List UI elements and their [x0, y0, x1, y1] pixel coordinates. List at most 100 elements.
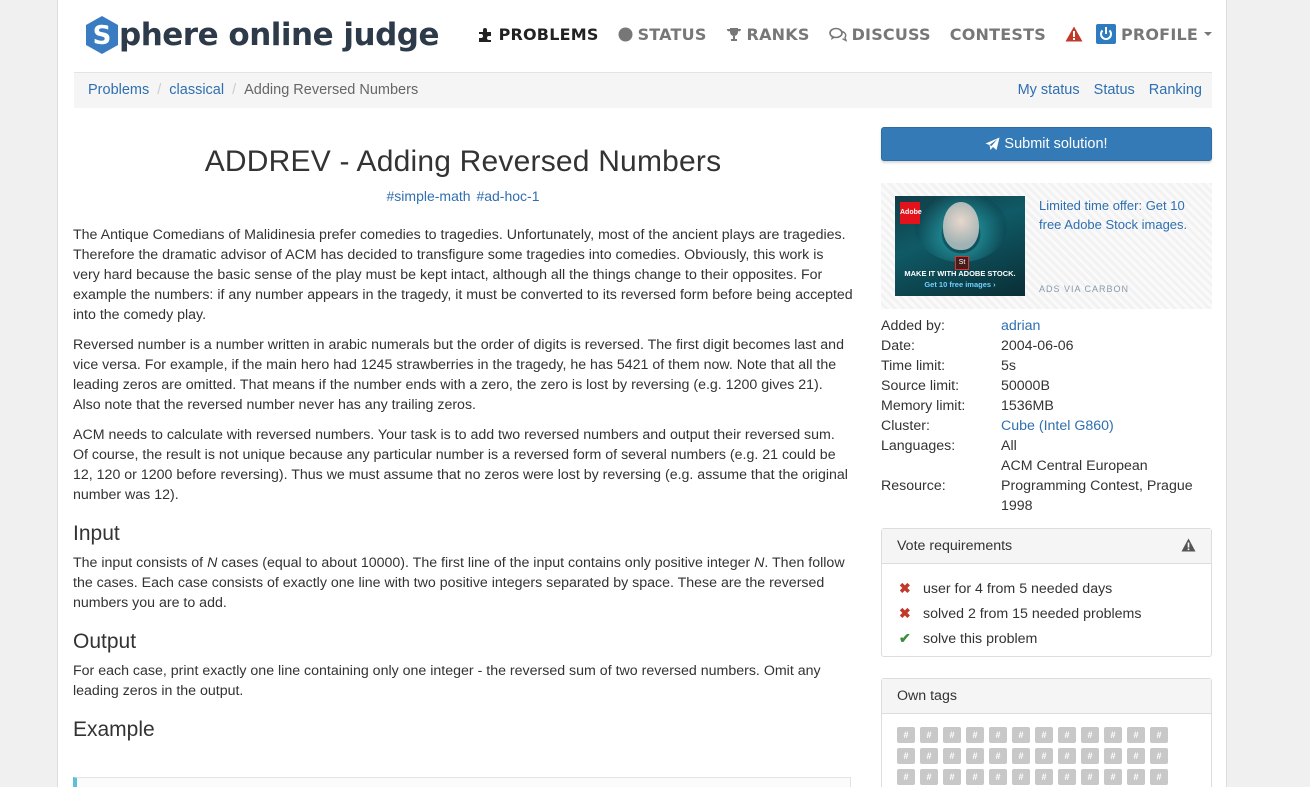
- ad-text-link[interactable]: Limited time offer: Get 10 free Adobe St…: [1039, 196, 1204, 234]
- cluster-link[interactable]: Cube (Intel G860): [1001, 418, 1114, 434]
- nav-alert[interactable]: [1065, 26, 1088, 42]
- panel-body: ✖ user for 4 from 5 needed days ✖ solved 2…: [882, 564, 1211, 656]
- nav-problems[interactable]: PROBLEMS: [478, 25, 599, 44]
- tag-button[interactable]: #: [1127, 727, 1145, 743]
- circle-icon: [618, 27, 633, 42]
- tag-button[interactable]: #: [920, 748, 938, 764]
- tag-button[interactable]: #: [1150, 727, 1168, 743]
- sidebar: Submit solution! Adobe St MAKE IT WITH A…: [881, 127, 1212, 787]
- breadcrumb-problems[interactable]: Problems: [88, 82, 149, 98]
- tag-button[interactable]: #: [1104, 769, 1122, 785]
- breadcrumb-bar: Problems / classical / Adding Reversed Numbe…: [74, 72, 1212, 108]
- tag-button[interactable]: #: [1058, 748, 1076, 764]
- tag-button[interactable]: #: [1012, 727, 1030, 743]
- carbon-ad: Adobe St MAKE IT WITH ADOBE STOCK. Get 1…: [881, 183, 1212, 309]
- tag-button[interactable]: #: [1012, 748, 1030, 764]
- info-row: Source limit: 50000B: [881, 378, 1050, 394]
- breadcrumb: Problems / classical / Adding Reversed Numbe…: [88, 82, 418, 98]
- header: S phere online judge PROBLEMS STATUS RAN…: [58, 0, 1226, 72]
- tag-button[interactable]: #: [897, 769, 915, 785]
- tag-button[interactable]: #: [1058, 769, 1076, 785]
- tag-button[interactable]: #: [1058, 727, 1076, 743]
- tag-button[interactable]: #: [920, 727, 938, 743]
- breadcrumb-separator: /: [157, 82, 162, 98]
- tag-button[interactable]: #: [1081, 769, 1099, 785]
- requirement-item: ✖ solved 2 from 15 needed problems: [899, 605, 1142, 622]
- submit-solution-button[interactable]: Submit solution!: [881, 127, 1212, 161]
- tag-button[interactable]: #: [1035, 769, 1053, 785]
- author-link[interactable]: adrian: [1001, 318, 1040, 334]
- vote-requirements-panel: Vote requirements ✖ user for 4 from 5 nee…: [881, 528, 1212, 657]
- breadcrumb-classical[interactable]: classical: [169, 82, 224, 98]
- tag-button[interactable]: #: [966, 727, 984, 743]
- tag-button[interactable]: #: [989, 727, 1007, 743]
- input-heading: Input: [73, 522, 120, 545]
- tag-button[interactable]: #: [1127, 769, 1145, 785]
- breadcrumb-current: Adding Reversed Numbers: [244, 82, 419, 98]
- info-row: Date: 2004-06-06: [881, 338, 1074, 354]
- my-status-link[interactable]: My status: [1018, 82, 1080, 98]
- statement-paragraph: Reversed number is a number written in a…: [73, 337, 844, 413]
- status-link[interactable]: Status: [1094, 82, 1135, 98]
- input-text: The input consists of N cases (equal to …: [73, 555, 845, 611]
- ad-image-caption: MAKE IT WITH ADOBE STOCK.: [904, 269, 1016, 278]
- tag-button[interactable]: #: [1081, 727, 1099, 743]
- panel-heading: Own tags: [882, 679, 1211, 714]
- check-icon: ✔: [899, 630, 911, 646]
- tag-button[interactable]: #: [1150, 769, 1168, 785]
- tag-grid: # # # # # # # # # # # # # # # # # # # # # # # # # # # # # # # # # # # #: [882, 714, 1202, 787]
- tag-button[interactable]: #: [1104, 748, 1122, 764]
- tag-button[interactable]: #: [966, 748, 984, 764]
- info-row: Time limit: 5s: [881, 358, 1016, 374]
- tag-button[interactable]: #: [943, 748, 961, 764]
- tag-button[interactable]: #: [943, 727, 961, 743]
- problem-info: Added by: adrian Date: 2004-06-06 Time lim…: [881, 316, 1212, 516]
- submit-solution-label: Submit solution!: [1004, 136, 1108, 152]
- tag-button[interactable]: #: [1035, 727, 1053, 743]
- puzzle-icon: [478, 27, 494, 42]
- tag-button[interactable]: #: [989, 748, 1007, 764]
- logo[interactable]: S phere online judge: [84, 15, 440, 55]
- trophy-icon: [726, 27, 742, 42]
- cross-icon: ✖: [899, 605, 911, 621]
- problem-tags: #simple-math #ad-hoc-1: [73, 188, 853, 204]
- tag-link[interactable]: #simple-math: [387, 188, 471, 204]
- nav-profile[interactable]: PROFILE: [1095, 24, 1212, 44]
- cross-icon: ✖: [899, 580, 911, 596]
- tag-button[interactable]: #: [920, 769, 938, 785]
- tag-button[interactable]: #: [943, 769, 961, 785]
- tag-button[interactable]: #: [1081, 748, 1099, 764]
- tag-button[interactable]: #: [966, 769, 984, 785]
- tag-button[interactable]: #: [1150, 748, 1168, 764]
- nav-ranks[interactable]: RANKS: [726, 25, 810, 44]
- nav-status[interactable]: STATUS: [618, 25, 707, 44]
- nav-status-label: STATUS: [637, 24, 707, 44]
- output-heading: Output: [73, 630, 137, 653]
- info-row: ACM Central European: [1001, 458, 1148, 474]
- power-icon: [1095, 24, 1116, 44]
- page: S phere online judge PROBLEMS STATUS RAN…: [57, 0, 1227, 787]
- tag-button[interactable]: #: [1127, 748, 1145, 764]
- ad-via-link[interactable]: ADS VIA CARBON: [1039, 284, 1129, 294]
- info-row: Resource: Programming Contest, Prague 199…: [881, 478, 1193, 514]
- adobe-logo-icon: Adobe: [900, 202, 922, 224]
- tag-button[interactable]: #: [897, 748, 915, 764]
- nav-contests[interactable]: CONTESTS: [950, 25, 1046, 44]
- nav-ranks-label: RANKS: [746, 24, 810, 44]
- warning-icon: [1181, 538, 1196, 556]
- tag-button[interactable]: #: [1104, 727, 1122, 743]
- vote-requirements-title: Vote requirements: [897, 538, 1013, 554]
- tag-button[interactable]: #: [1035, 748, 1053, 764]
- problem-body: ADDREV - Adding Reversed Numbers #simple…: [73, 140, 853, 749]
- nav-discuss[interactable]: DISCUSS: [828, 25, 931, 44]
- ad-image[interactable]: Adobe St MAKE IT WITH ADOBE STOCK. Get 1…: [895, 196, 1025, 296]
- logo-text: phere online judge: [119, 17, 440, 53]
- tag-button[interactable]: #: [989, 769, 1007, 785]
- tag-link[interactable]: #ad-hoc-1: [476, 188, 539, 204]
- comments-icon: [828, 27, 847, 42]
- tag-button[interactable]: #: [897, 727, 915, 743]
- tag-button[interactable]: #: [1012, 769, 1030, 785]
- output-text: For each case, print exactly one line co…: [73, 663, 821, 699]
- ranking-link[interactable]: Ranking: [1149, 82, 1202, 98]
- info-row: Added by: adrian: [881, 318, 1041, 334]
